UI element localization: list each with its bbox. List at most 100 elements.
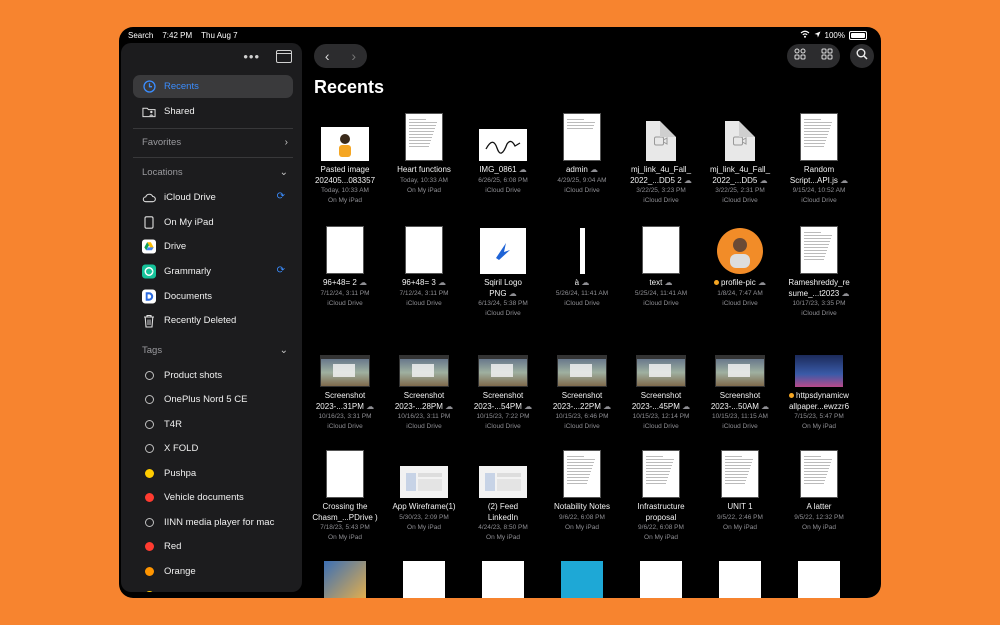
battery-icon — [849, 30, 867, 40]
tag-dot-icon — [144, 395, 154, 404]
tags-header[interactable]: Tags ⌄ — [142, 340, 292, 360]
file-item[interactable]: Random Script...API.js ☁ 9/15/24, 10:52 A… — [780, 113, 858, 206]
file-item[interactable]: 96+48= 2 ☁ 7/12/24, 3:11 PM iCloud Drive — [306, 226, 384, 309]
file-item[interactable]: Screenshot 2023-...45PM ☁ 10/15/23, 12:14… — [622, 339, 700, 432]
back-to-search[interactable]: Search — [128, 31, 153, 40]
sync-icon: ⟳ — [276, 265, 285, 276]
file-item[interactable]: Crossing the Chasm_...PDrive ) 7/18/23, 5… — [306, 450, 384, 543]
file-name-text: Screenshot 2023-...45PM — [631, 391, 682, 411]
file-item[interactable]: Notability Notes 9/6/22, 6:08 PM On My iPa… — [543, 450, 621, 533]
file-item[interactable]: Pasted image 202405...083357 Today, 10:33… — [306, 113, 384, 206]
file-date: 10/15/23, 6:46 PM — [555, 413, 609, 420]
file-thumbnail[interactable] — [719, 561, 761, 598]
file-thumbnail — [479, 466, 527, 498]
file-thumbnail — [480, 228, 526, 274]
cloud-status-icon: ☁ — [681, 175, 692, 185]
sidebar-item-shared[interactable]: Shared — [133, 100, 293, 123]
sidebar-tag-vehicle-documents[interactable]: Vehicle documents — [133, 486, 293, 509]
file-name: profile-pic ☁ — [701, 278, 779, 289]
tag-label: Red — [164, 541, 182, 552]
file-name-text: 96+48= 3 — [401, 278, 436, 287]
file-location: iCloud Drive — [722, 299, 758, 307]
sidebar-tag-yellow-partial[interactable] — [133, 584, 293, 592]
file-item[interactable]: mj_link_4u_Fall_ 2022_...DD5 ☁ 3/22/25, 2… — [701, 113, 779, 206]
sidebar-item-recently-deleted[interactable]: Recently Deleted — [133, 309, 293, 332]
file-thumbnail[interactable] — [324, 561, 366, 598]
file-item[interactable]: Screenshot 2023-...50AM ☁ 10/15/23, 11:15… — [701, 339, 779, 432]
search-button[interactable] — [850, 44, 874, 68]
file-item[interactable]: Screenshot 2023-...28PM ☁ 10/16/23, 3:11 … — [385, 339, 463, 432]
cloud-status-icon: ☁ — [758, 401, 770, 411]
ellipsis-icon[interactable]: ••• — [243, 49, 260, 64]
sidebar-tag-red[interactable]: Red — [133, 535, 293, 558]
sidebar-item-recents[interactable]: Recents — [133, 75, 293, 98]
trash-icon — [142, 314, 156, 328]
chevron-left-icon[interactable]: ‹ — [325, 48, 330, 64]
sidebar-item-label: Recents — [164, 81, 199, 92]
sidebar-item-grammarly[interactable]: Grammarly ⟳ — [133, 260, 293, 283]
sidebar-tag-product-shots[interactable]: Product shots — [133, 364, 293, 387]
tag-dot-icon — [144, 493, 154, 502]
file-name: admin ☁ — [543, 165, 621, 176]
file-item[interactable]: IMG_0861 ☁ 6/26/25, 6:08 PM iCloud Drive — [464, 113, 542, 196]
file-item[interactable]: 96+48= 3 ☁ 7/12/24, 3:11 PM iCloud Drive — [385, 226, 463, 309]
file-item[interactable]: mj_link_4u_Fall_ 2022_...DD5 2 ☁ 3/22/25,… — [622, 113, 700, 206]
sidebar-item-on-my-ipad[interactable]: On My iPad — [133, 211, 293, 234]
file-item[interactable]: App Wireframe(1) 5/30/23, 2:09 PM On My iP… — [385, 450, 463, 533]
sidebar-tag-oneplus[interactable]: OnePlus Nord 5 CE — [133, 388, 293, 411]
file-item[interactable]: UNIT 1 9/5/22, 2:46 PM On My iPad — [701, 450, 779, 533]
file-thumbnail[interactable] — [403, 561, 445, 598]
sidebar-tag-x-fold[interactable]: X FOLD — [133, 437, 293, 460]
tag-dot-icon — [144, 469, 154, 478]
file-item[interactable]: à ☁ 5/26/24, 11:41 AM iCloud Drive — [543, 226, 621, 309]
file-date: 9/6/22, 6:08 PM — [638, 524, 684, 531]
wifi-icon — [800, 30, 810, 40]
chevron-down-icon: ⌄ — [279, 344, 288, 356]
file-item[interactable]: (2) Feed LinkedIn 4/24/23, 8:50 PM On My i… — [464, 450, 542, 543]
file-item[interactable]: httpsdynamicw allpaper...ewzzr6 7/15/23, … — [780, 339, 858, 432]
file-thumbnail[interactable] — [561, 561, 603, 598]
file-name-text: 96+48= 2 — [322, 278, 357, 287]
sidebar-tag-t4r[interactable]: T4R — [133, 413, 293, 436]
sidebar-toggle-icon[interactable] — [276, 50, 292, 63]
file-date: Today, 10:33 AM — [400, 176, 448, 184]
file-thumbnail — [715, 355, 765, 387]
file-location: iCloud Drive — [801, 197, 837, 204]
sidebar-tag-orange[interactable]: Orange — [133, 560, 293, 583]
file-thumbnail — [557, 355, 607, 387]
sidebar-item-documents[interactable]: Documents — [133, 285, 293, 308]
file-thumbnail — [800, 450, 838, 498]
file-thumbnail[interactable] — [640, 561, 682, 598]
file-name-text: Screenshot 2023-...50AM — [710, 391, 761, 411]
file-name: Infrastructure proposal — [622, 502, 700, 523]
file-item[interactable]: Sqiril Logo PNG ☁ 6/13/24, 5:38 PM iCloud … — [464, 226, 542, 319]
file-item[interactable]: Screenshot 2023-...54PM ☁ 10/15/23, 7:22 … — [464, 339, 542, 432]
file-item[interactable]: admin ☁ 4/29/25, 9:04 AM iCloud Drive — [543, 113, 621, 196]
group-icon[interactable] — [794, 47, 806, 65]
file-item[interactable]: Screenshot 2023-...22PM ☁ 10/15/23, 6:46 … — [543, 339, 621, 432]
favorites-header[interactable]: Favorites › — [142, 132, 292, 152]
sidebar-tag-iinn[interactable]: IINN media player for mac — [133, 511, 293, 534]
file-item[interactable]: Rameshreddy_re sume_...t2023 ☁ 10/17/23, … — [780, 226, 858, 319]
locations-header[interactable]: Locations ⌄ — [142, 162, 292, 182]
file-date: 9/5/22, 12:32 PM — [794, 513, 844, 521]
file-thumbnail — [642, 450, 680, 498]
file-thumbnail — [795, 355, 843, 387]
file-item[interactable]: Screenshot 2023-...31PM ☁ 10/16/23, 3:31 … — [306, 339, 384, 432]
file-item[interactable]: text ☁ 5/25/24, 11:41 AM iCloud Drive — [622, 226, 700, 309]
file-item[interactable]: A latter 9/5/22, 12:32 PM On My iPad — [780, 450, 858, 533]
file-thumbnail[interactable] — [482, 561, 524, 598]
file-date: 10/17/23, 3:35 PM — [792, 300, 846, 307]
sidebar-item-icloud-drive[interactable]: iCloud Drive ⟳ — [133, 186, 293, 209]
sidebar-item-label: Recently Deleted — [164, 315, 237, 326]
sidebar-item-drive[interactable]: Drive — [133, 235, 293, 258]
file-thumbnail[interactable] — [798, 561, 840, 598]
sidebar-tag-pushpa[interactable]: Pushpa — [133, 462, 293, 485]
grid-icon[interactable] — [821, 47, 833, 65]
file-location: On My iPad — [328, 197, 362, 204]
chevron-right-icon[interactable]: › — [351, 48, 356, 64]
locations-label: Locations — [142, 166, 183, 178]
file-item[interactable]: Infrastructure proposal 9/6/22, 6:08 PM On… — [622, 450, 700, 543]
file-item[interactable]: profile-pic ☁ 1/8/24, 7:47 AM iCloud Drive — [701, 226, 779, 309]
file-item[interactable]: Heart functions Today, 10:33 AM On My iPad — [385, 113, 463, 196]
